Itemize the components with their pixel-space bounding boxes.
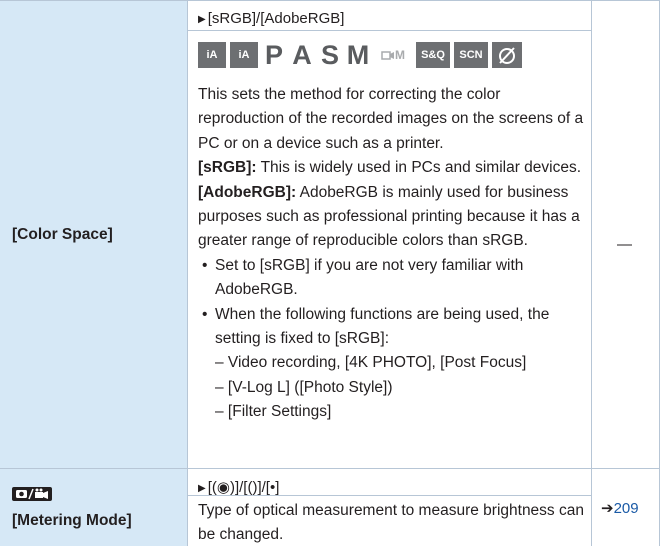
srgb-explanation: [sRGB]: This is widely used in PCs and s…: [198, 156, 590, 180]
s-mode-icon: S: [320, 39, 339, 70]
metering-mode-description: Type of optical measurement to measure b…: [198, 499, 590, 548]
settings-table: [Color Space] ▶ [sRGB]/[AdobeRGB] iA iA P…: [0, 0, 660, 546]
metering-mode-label-cell: [Metering Mode]: [0, 469, 187, 546]
mode-icons: iA iA P A S M M S&Q SCN: [198, 40, 526, 70]
sub-item: – [Filter Settings]: [215, 403, 332, 421]
color-space-reference: —: [617, 236, 632, 253]
sub-item: – [V-Log L] ([Photo Style]): [215, 378, 393, 396]
arrow-right-icon: ➔: [601, 500, 614, 517]
sq-mode-icon: S&Q: [416, 42, 450, 68]
filter-mode-icon: [492, 42, 522, 68]
color-space-description: This sets the method for correcting the …: [198, 83, 590, 425]
movie-m-mode-icon: M: [374, 42, 412, 68]
metering-mode-text: Type of optical measurement to measure b…: [198, 502, 584, 544]
a-mode-icon: A: [292, 39, 312, 70]
srgb-text: This is widely used in PCs and similar d…: [260, 159, 582, 177]
scn-mode-icon: SCN: [454, 42, 488, 68]
photo-video-icon: [12, 487, 52, 501]
m-mode-icon: M: [346, 39, 370, 70]
metering-mode-options-text: [(◉)]/[()]/[•]: [207, 479, 280, 496]
ia-mode-icon: iA: [198, 42, 226, 68]
note-bullet: When the following functions are being u…: [198, 303, 590, 352]
camera-movie-glyph-icon: [16, 488, 48, 500]
page-reference: 209: [613, 500, 639, 517]
srgb-label: [sRGB]:: [198, 159, 257, 177]
color-space-name: [Color Space]: [12, 226, 113, 243]
ia-plus-mode-icon: iA: [230, 42, 258, 68]
metering-mode-options: ▶ [(◉)]/[()]/[•]: [198, 478, 279, 496]
movie-camera-icon: [381, 51, 394, 60]
color-space-options-text: [sRGB]/[AdobeRGB]: [207, 10, 345, 27]
triangle-marker-icon: ▶: [198, 483, 206, 494]
sub-item: – Video recording, [4K PHOTO], [Post Foc…: [215, 354, 527, 372]
color-space-label-cell: [Color Space]: [0, 0, 187, 468]
adobergb-label: [AdobeRGB]:: [198, 183, 297, 201]
color-space-intro: This sets the method for correcting the …: [198, 86, 584, 152]
filter-icon: [499, 47, 515, 64]
note-bullet: Set to [sRGB] if you are not very famili…: [198, 254, 590, 303]
metering-mode-name: [Metering Mode]: [12, 512, 132, 529]
metering-mode-reference-link[interactable]: ➔209: [601, 499, 639, 517]
p-mode-icon: P: [264, 39, 283, 70]
adobergb-explanation: [AdobeRGB]: AdobeRGB is mainly used for …: [198, 181, 590, 254]
triangle-marker-icon: ▶: [198, 14, 206, 25]
movie-m-label: M: [395, 48, 405, 62]
color-space-options: ▶ [sRGB]/[AdobeRGB]: [198, 10, 344, 27]
